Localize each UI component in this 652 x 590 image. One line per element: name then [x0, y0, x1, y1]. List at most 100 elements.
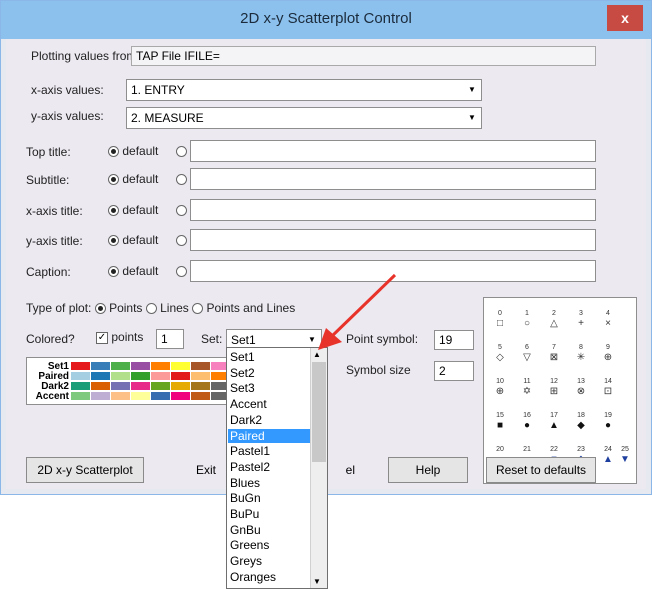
chevron-down-icon[interactable]: ▼ — [465, 110, 479, 126]
x-axis-title-custom-radio[interactable] — [176, 203, 187, 217]
plot-type-label: Type of plot: — [26, 301, 92, 315]
color-swatch — [131, 372, 150, 380]
symbol-size-field[interactable]: 2 — [434, 361, 474, 381]
plot-symbol[interactable]: 25 ▼ — [615, 446, 635, 465]
plot-type-points-lines-radio[interactable]: Points and Lines — [192, 301, 295, 315]
plot-symbol[interactable]: 1 ○ — [517, 310, 537, 329]
symbol-glyph-icon: ◇ — [496, 352, 504, 363]
plot-symbol[interactable]: 14 ⊡ — [598, 378, 618, 397]
y-axis-values-select[interactable]: 2. MEASURE ▼ — [126, 107, 482, 129]
caption-custom-radio[interactable] — [176, 264, 187, 278]
set-option[interactable]: Blues — [228, 476, 312, 490]
symbol-glyph-icon: × — [605, 318, 611, 329]
set-option[interactable]: Greys — [228, 554, 312, 568]
symbol-glyph-icon: ▼ — [620, 454, 630, 465]
symbol-number: 3 — [579, 310, 583, 317]
colored-points-checkbox[interactable]: ✓ points — [96, 330, 143, 344]
subtitle-input[interactable] — [190, 168, 596, 190]
symbol-number: 18 — [577, 412, 585, 419]
scatterplot-button[interactable]: 2D x-y Scatterplot — [26, 457, 144, 483]
close-button[interactable]: x — [607, 5, 643, 31]
plot-symbol[interactable]: 17 ▲ — [544, 412, 564, 431]
color-swatch — [151, 362, 170, 370]
color-swatch — [91, 392, 110, 400]
set-option[interactable]: Pastel2 — [228, 460, 312, 474]
symbol-number: 5 — [498, 344, 502, 351]
y-axis-values-value: 2. MEASURE — [131, 111, 204, 125]
plot-type-points-radio[interactable]: Points — [94, 301, 142, 315]
palette-row: Paired — [29, 372, 230, 382]
plot-symbol[interactable]: 9 ⊕ — [598, 344, 618, 363]
plot-symbol[interactable]: 12 ⊞ — [544, 378, 564, 397]
plot-symbol[interactable]: 4 × — [598, 310, 618, 329]
y-axis-title-default-radio[interactable]: default — [108, 233, 158, 247]
plot-symbol[interactable]: 10 ⊕ — [490, 378, 510, 397]
plot-symbol[interactable]: 13 ⊗ — [571, 378, 591, 397]
symbol-glyph-icon: △ — [550, 318, 558, 329]
set-option[interactable]: Set2 — [228, 366, 312, 380]
set-option[interactable]: Dark2 — [228, 413, 312, 427]
set-option[interactable]: GnBu — [228, 523, 312, 537]
point-symbol-field[interactable]: 19 — [434, 330, 474, 350]
subtitle-default-radio[interactable]: default — [108, 172, 158, 186]
set-option[interactable]: Oranges — [228, 570, 312, 584]
caption-default-radio[interactable]: default — [108, 264, 158, 278]
set-option[interactable]: Paired — [228, 428, 312, 443]
plot-symbol[interactable]: 2 △ — [544, 310, 564, 329]
plot-symbol[interactable]: 6 ▽ — [517, 344, 537, 363]
reset-defaults-button[interactable]: Reset to defaults — [486, 457, 596, 483]
subtitle-label: Subtitle: — [26, 173, 70, 187]
set-option[interactable]: Pastel1 — [228, 444, 312, 458]
plot-symbol[interactable]: 11 ✡ — [517, 378, 537, 397]
symbol-glyph-icon: ⊡ — [603, 386, 613, 397]
plot-symbol[interactable]: 5 ◇ — [490, 344, 510, 363]
default-label: default — [122, 144, 159, 158]
set-option[interactable]: Greens — [228, 538, 312, 552]
plot-symbol[interactable]: 8 ✳ — [571, 344, 591, 363]
top-title-default-radio[interactable]: default — [108, 144, 158, 158]
top-title-input[interactable] — [190, 140, 596, 162]
color-swatch — [71, 372, 90, 380]
plot-type-lines-radio[interactable]: Lines — [145, 301, 189, 315]
palette-row: Accent — [29, 392, 230, 402]
set-option[interactable]: BuGn — [228, 491, 312, 505]
y-axis-title-input[interactable] — [190, 229, 596, 251]
colored-value-field[interactable]: 1 — [156, 329, 184, 349]
scrollbar-thumb[interactable] — [312, 362, 326, 462]
x-axis-title-default-radio[interactable]: default — [108, 203, 158, 217]
symbol-glyph-icon: ■ — [496, 420, 504, 431]
set-option[interactable]: Set3 — [228, 381, 312, 395]
chevron-down-icon[interactable]: ▼ — [465, 82, 479, 98]
symbol-number: 8 — [579, 344, 583, 351]
plot-symbol[interactable]: 7 ⊠ — [544, 344, 564, 363]
top-title-custom-radio[interactable] — [176, 144, 187, 158]
y-axis-title-row: y-axis title: default — [26, 228, 606, 256]
default-label: default — [122, 264, 159, 278]
color-swatch — [131, 392, 150, 400]
symbol-number: 2 — [552, 310, 556, 317]
plot-symbol[interactable]: 3 + — [571, 310, 591, 329]
plot-symbol[interactable]: 0 □ — [490, 310, 510, 329]
symbol-number: 10 — [496, 378, 504, 385]
x-axis-title-input[interactable] — [190, 199, 596, 221]
dropdown-scrollbar[interactable]: ▲ ▼ — [310, 348, 327, 588]
plot-symbol[interactable]: 19 ● — [598, 412, 618, 431]
y-axis-title-custom-radio[interactable] — [176, 233, 187, 247]
subtitle-custom-radio[interactable] — [176, 172, 187, 186]
title-bar[interactable]: 2D x-y Scatterplot Control x — [1, 1, 651, 39]
set-option[interactable]: BuPu — [228, 507, 312, 521]
x-axis-values-value: 1. ENTRY — [131, 83, 185, 97]
plot-symbol[interactable]: 15 ■ — [490, 412, 510, 431]
set-dropdown-list[interactable]: Set1 Set2 Set3 Accent Dark2 Paired Pastel1 Past… — [226, 347, 328, 589]
palette-name: Dark2 — [41, 381, 69, 392]
plot-symbol[interactable]: 16 ● — [517, 412, 537, 431]
scroll-down-icon[interactable]: ▼ — [313, 577, 321, 586]
plotting-values-label: Plotting values from: — [31, 49, 140, 63]
set-option[interactable]: Accent — [228, 397, 312, 411]
symbol-glyph-icon: ⊕ — [603, 352, 613, 363]
plot-symbol[interactable]: 18 ◆ — [571, 412, 591, 431]
caption-label: Caption: — [26, 265, 71, 279]
x-axis-values-select[interactable]: 1. ENTRY ▼ — [126, 79, 482, 101]
help-button[interactable]: Help — [388, 457, 468, 483]
color-swatch — [131, 382, 150, 390]
